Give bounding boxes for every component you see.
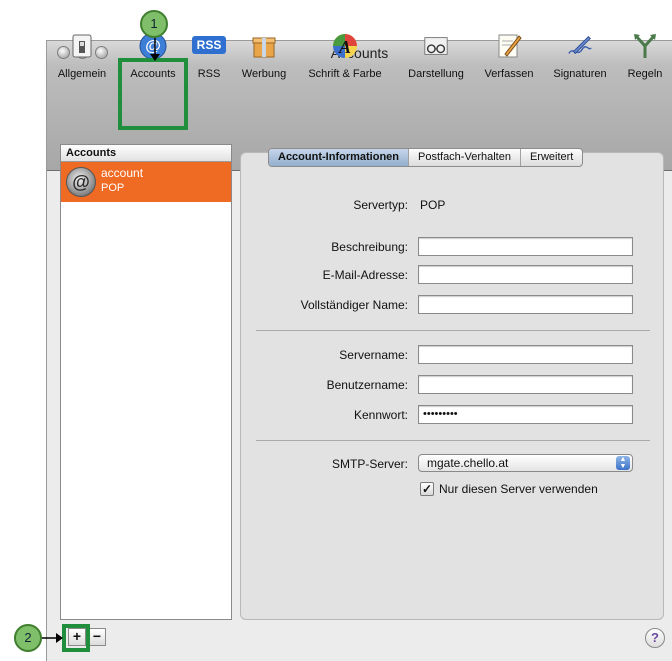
beschreibung-field[interactable] bbox=[418, 237, 633, 256]
username-field[interactable] bbox=[418, 375, 633, 394]
smtp-server-select[interactable]: mgate.chello.at ▲ ▼ bbox=[418, 454, 633, 472]
toolbar-label: RSS bbox=[197, 68, 221, 80]
pencil-note-icon bbox=[495, 32, 523, 60]
tab-account-informationen[interactable]: Account-Informationen bbox=[269, 149, 409, 166]
toolbar-item-signaturen[interactable]: Signaturen bbox=[544, 32, 616, 90]
only-this-server-label: Nur diesen Server verwenden bbox=[439, 482, 598, 496]
rss-icon-text: RSS bbox=[196, 38, 222, 52]
add-button-highlight-box bbox=[62, 624, 90, 652]
servername-field[interactable] bbox=[418, 345, 633, 364]
email-label: E-Mail-Adresse: bbox=[322, 268, 408, 282]
servertyp-label: Servertyp: bbox=[353, 198, 408, 212]
rss-icon: RSS bbox=[192, 36, 226, 54]
tab-erweitert[interactable]: Erweitert bbox=[521, 149, 582, 166]
gift-box-icon bbox=[250, 32, 278, 60]
rules-icon bbox=[631, 32, 659, 60]
glasses-icon bbox=[422, 32, 450, 60]
toolbar-item-regeln[interactable]: Regeln bbox=[618, 32, 672, 90]
accounts-list-header: Accounts bbox=[61, 145, 231, 162]
servertyp-value: POP bbox=[420, 198, 446, 212]
servername-label: Servername: bbox=[339, 348, 408, 362]
toolbar-item-rss[interactable]: RSS RSS bbox=[190, 32, 228, 90]
toolbar-item-darstellung[interactable]: Darstellung bbox=[398, 32, 474, 90]
tab-postfach-verhalten[interactable]: Postfach-Verhalten bbox=[409, 149, 521, 166]
toolbar-label: Signaturen bbox=[553, 68, 607, 80]
username-label: Benutzername: bbox=[326, 378, 408, 392]
callout-arrow-1 bbox=[150, 38, 160, 61]
svg-text:A: A bbox=[338, 37, 351, 57]
callout-arrow-2 bbox=[42, 633, 63, 643]
switch-icon bbox=[68, 32, 96, 60]
accounts-list[interactable]: Accounts @ account POP bbox=[60, 144, 232, 620]
section-divider bbox=[256, 330, 650, 331]
help-button[interactable]: ? bbox=[645, 628, 665, 648]
up-down-arrows-icon: ▲ ▼ bbox=[616, 456, 630, 470]
mail-account-icon: @ bbox=[66, 167, 96, 197]
toolbar-item-verfassen[interactable]: Verfassen bbox=[478, 32, 540, 90]
password-label: Kennwort: bbox=[353, 408, 408, 422]
remove-account-button[interactable]: − bbox=[88, 628, 106, 646]
toolbar-label: Darstellung bbox=[408, 68, 464, 80]
account-name: account bbox=[101, 166, 144, 180]
toolbar-item-schrift-farbe[interactable]: A Schrift & Farbe bbox=[298, 32, 392, 90]
toolbar-label: Regeln bbox=[627, 68, 663, 80]
accounts-highlight-box bbox=[118, 58, 188, 130]
pen-signature-icon bbox=[566, 32, 594, 60]
toolbar-label: Werbung bbox=[241, 68, 287, 80]
full-name-field[interactable] bbox=[418, 295, 633, 314]
account-type: POP bbox=[101, 182, 125, 194]
toolbar-item-werbung[interactable]: Werbung bbox=[234, 32, 294, 90]
callout-badge-2: 2 bbox=[14, 624, 42, 652]
callout-badge-1: 1 bbox=[140, 10, 168, 38]
smtp-server-label: SMTP-Server: bbox=[331, 457, 408, 471]
font-color-icon: A bbox=[331, 32, 359, 60]
password-field[interactable]: ••••••••• bbox=[418, 405, 633, 424]
toolbar-label: Schrift & Farbe bbox=[308, 68, 382, 80]
toolbar-label: Allgemein bbox=[57, 68, 107, 80]
section-divider bbox=[256, 440, 650, 441]
tab-bar: Account-Informationen Postfach-Verhalten… bbox=[268, 148, 584, 167]
toolbar-item-allgemein[interactable]: Allgemein bbox=[54, 32, 110, 90]
full-name-label: Vollständiger Name: bbox=[300, 298, 408, 312]
email-field[interactable] bbox=[418, 265, 633, 284]
smtp-server-value: mgate.chello.at bbox=[427, 456, 509, 470]
toolbar-label: Verfassen bbox=[484, 68, 534, 80]
only-this-server-checkbox[interactable]: ✓ bbox=[420, 482, 434, 496]
beschreibung-label: Beschreibung: bbox=[331, 240, 408, 254]
account-list-item[interactable]: @ account POP bbox=[61, 162, 231, 202]
